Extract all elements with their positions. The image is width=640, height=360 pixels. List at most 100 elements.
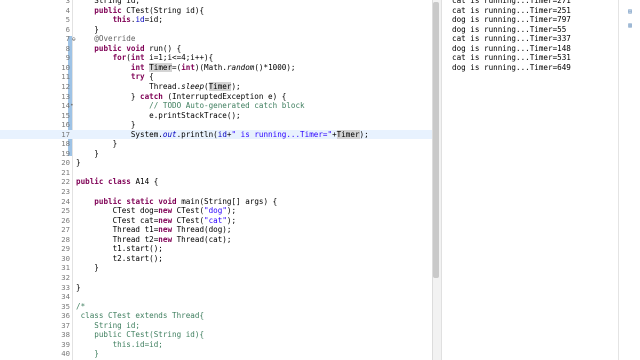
line-number: 9 [65, 53, 70, 63]
code-line[interactable]: 13 } catch (InterruptedException e) { [0, 92, 432, 102]
code-line[interactable]: 26 CTest cat=new CTest("cat"); [0, 216, 432, 226]
line-number: 11 [61, 72, 70, 82]
code-line[interactable]: 19 } [0, 149, 432, 159]
code-text[interactable]: public CTest(String id){ [76, 330, 204, 340]
line-number: 25 [61, 206, 70, 216]
code-line[interactable]: 14 // TODO Auto-generated catch block [0, 101, 432, 111]
code-line[interactable]: 18 } [0, 139, 432, 149]
line-number: 38 [61, 330, 70, 340]
code-text[interactable]: for(int i=1;i<=4;i++){ [76, 53, 214, 63]
code-text[interactable]: } [76, 349, 99, 359]
line-number: 22 [61, 177, 70, 187]
line-number: 14 [61, 101, 70, 111]
code-text[interactable]: try { [76, 72, 154, 82]
line-number: 24 [61, 196, 70, 206]
code-text[interactable]: // TODO Auto-generated catch block [76, 101, 304, 111]
line-number: 21 [61, 167, 70, 177]
line-number: 4 [65, 5, 70, 15]
code-line[interactable]: 33} [0, 283, 432, 293]
line-number: 37 [61, 320, 70, 330]
code-text[interactable]: public static void main(String[] args) { [76, 197, 277, 207]
code-text[interactable]: } catch (InterruptedException e) { [76, 92, 286, 102]
code-text[interactable]: public class A14 { [76, 177, 158, 187]
code-line[interactable]: 9 for(int i=1;i<=4;i++){ [0, 53, 432, 63]
code-line[interactable]: 36 class CTest extends Thread{ [0, 311, 432, 321]
line-number: 17 [61, 129, 70, 139]
code-line[interactable]: 28 Thread t2=new Thread(cat); [0, 235, 432, 245]
code-text[interactable]: } [76, 158, 81, 168]
code-text[interactable]: CTest dog=new CTest("dog"); [76, 206, 236, 216]
code-text[interactable]: class CTest extends Thread{ [76, 311, 204, 321]
code-line[interactable]: 16 } [0, 120, 432, 130]
code-text[interactable]: } [76, 149, 99, 159]
code-line[interactable]: 35 /* [0, 302, 432, 312]
hierarchy-icon[interactable]: ▥ [626, 22, 634, 30]
console-line: dog is running...Timer=797 [452, 15, 571, 25]
quick-fix-icon[interactable]: • [70, 103, 75, 109]
line-number: 26 [61, 215, 70, 225]
code-line[interactable]: 37 String id; [0, 321, 432, 331]
code-line[interactable]: 7 @Override [0, 34, 432, 44]
code-line[interactable]: 21 [0, 168, 432, 178]
editor-scrollbar-thumb[interactable] [433, 2, 439, 278]
view-divider[interactable] [441, 0, 448, 360]
code-text[interactable]: Thread t1=new Thread(dog); [76, 225, 232, 235]
code-line[interactable]: 8 public void run() { [0, 44, 432, 54]
code-text[interactable]: this.id=id; [76, 15, 163, 25]
code-line[interactable]: 32 [0, 273, 432, 283]
code-text[interactable]: Thread.sleep(Timer); [76, 81, 241, 92]
code-line[interactable]: 31 } [0, 263, 432, 273]
code-text[interactable]: } [76, 120, 136, 130]
line-number: 27 [61, 225, 70, 235]
code-text[interactable]: CTest cat=new CTest("cat"); [76, 216, 236, 226]
code-line[interactable]: 11 try { [0, 72, 432, 82]
code-line[interactable]: 24 public static void main(String[] args… [0, 197, 432, 207]
code-line[interactable]: 20} [0, 158, 432, 168]
line-number: 13 [61, 91, 70, 101]
code-text[interactable]: public void run() { [76, 44, 181, 54]
code-text[interactable]: this.id=id; [76, 340, 163, 350]
code-line[interactable]: 39 this.id=id; [0, 340, 432, 350]
code-text[interactable]: public CTest(String id){ [76, 6, 204, 16]
code-text[interactable]: @Override [76, 34, 135, 44]
line-number: 7 [65, 34, 70, 44]
code-line[interactable]: 27 Thread t1=new Thread(dog); [0, 225, 432, 235]
code-line[interactable]: 6 } [0, 25, 432, 35]
code-line[interactable]: 38 public CTest(String id){ [0, 330, 432, 340]
line-number: 10 [61, 62, 70, 72]
code-text[interactable]: int Timer=(int)(Math.random()*1000); [76, 62, 296, 73]
code-text[interactable]: String id; [76, 321, 140, 331]
code-text[interactable]: } [76, 139, 118, 149]
code-line[interactable]: 15 e.printStackTrace(); [0, 111, 432, 121]
code-line[interactable]: 25 CTest dog=new CTest("dog"); [0, 206, 432, 216]
code-text[interactable]: } [76, 25, 99, 35]
outline-icon[interactable]: ▤ [626, 8, 634, 16]
code-line[interactable]: 5 this.id=id; [0, 15, 432, 25]
console-line: dog is running...Timer=649 [452, 62, 571, 72]
line-number: 23 [61, 187, 70, 196]
code-line[interactable]: 29 t1.start(); [0, 244, 432, 254]
code-text[interactable]: System.out.println(id+" is running...Tim… [76, 129, 369, 140]
code-line[interactable]: 34 [0, 292, 432, 302]
console-line: cat is running...Timer=337 [452, 34, 571, 44]
code-text[interactable]: t1.start(); [76, 244, 163, 254]
code-line[interactable]: 23 [0, 187, 432, 197]
code-text[interactable]: e.printStackTrace(); [76, 111, 240, 121]
console-view[interactable]: cat is running...Timer=271 cat is running… [448, 0, 618, 360]
code-line[interactable]: 30 t2.start(); [0, 254, 432, 264]
collapse-icon[interactable]: ⊖ [72, 37, 78, 43]
code-text[interactable]: } [76, 283, 81, 293]
code-line[interactable]: 40 } [0, 349, 432, 359]
code-line[interactable]: 22 public class A14 { [0, 177, 432, 187]
code-line[interactable]: 17 System.out.println(id+" is running...… [0, 129, 432, 140]
code-text[interactable]: Thread t2=new Thread(cat); [76, 235, 232, 245]
code-text[interactable]: /* [76, 302, 85, 312]
code-line[interactable]: 4 public CTest(String id){ [0, 6, 432, 16]
line-number: 15 [61, 110, 70, 120]
code-editor[interactable]: 3 String id; 4 public CTest(String id){5 … [0, 0, 441, 360]
code-line[interactable]: 12 Thread.sleep(Timer); [0, 81, 432, 92]
code-text[interactable]: } [76, 263, 99, 273]
code-text[interactable]: t2.start(); [76, 254, 163, 264]
code-line[interactable]: 10 int Timer=(int)(Math.random()*1000); [0, 62, 432, 73]
line-number: 36 [61, 311, 70, 321]
